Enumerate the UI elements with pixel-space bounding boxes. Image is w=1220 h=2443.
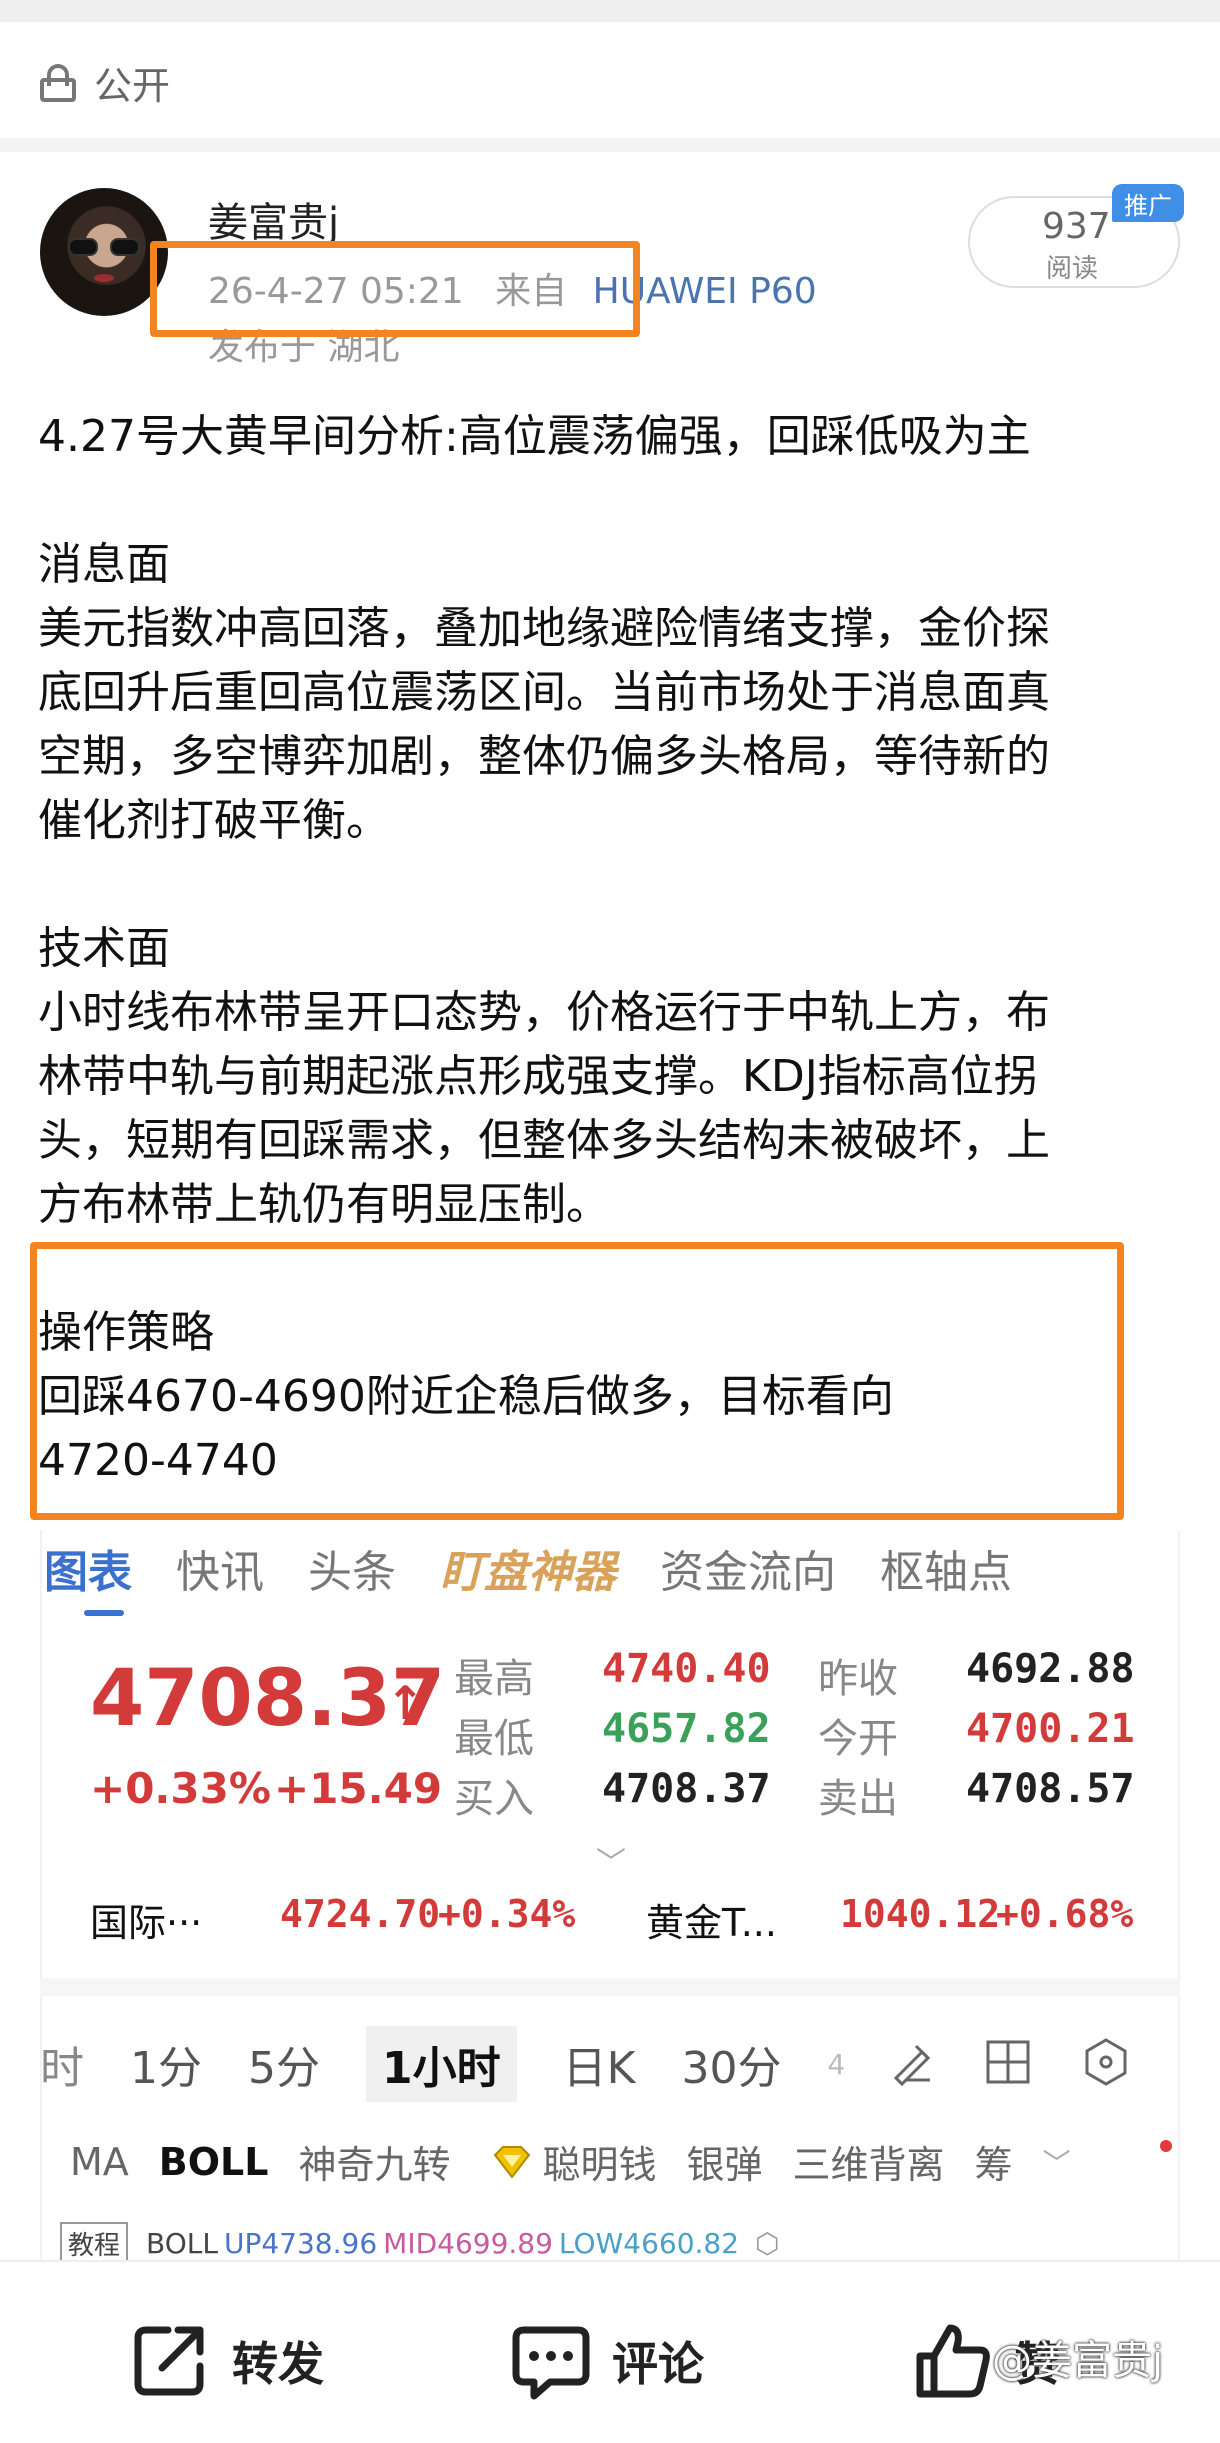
news-line: 美元指数冲高回落，叠加地缘避险情绪支撑，金价探 <box>38 603 1050 654</box>
privacy-indicator[interactable]: 公开 <box>38 52 170 112</box>
prev-close-value: 4692.88 <box>966 1646 1135 1692</box>
repost-label: 转发 <box>232 2337 324 2391</box>
comment-button[interactable]: 评论 <box>510 2320 704 2402</box>
card-divider <box>40 1978 1180 1996</box>
indicator-smart-money[interactable]: 聪明钱 <box>543 2134 657 2189</box>
boll-low: LOW4660.82 <box>558 2227 740 2260</box>
draw-tool-icon[interactable] <box>886 2036 938 2088</box>
period-tab[interactable]: 30分 <box>681 2032 781 2096</box>
period-tab[interactable]: 1分 <box>130 2032 202 2096</box>
indicator-chips[interactable]: 筹 <box>975 2134 1013 2189</box>
tech-line: 方布林带上轨仍有明显压制。 <box>38 1179 610 1230</box>
low-label: 最低 <box>454 1716 534 1762</box>
boll-mid: MID4699.89 <box>383 2227 553 2260</box>
repost-button[interactable]: 转发 <box>130 2320 324 2402</box>
related-name[interactable]: 黄金T... <box>646 1892 777 1947</box>
ask-value: 4708.57 <box>966 1766 1135 1812</box>
high-value: 4740.40 <box>602 1646 771 1692</box>
watermark: @姜富贵j <box>992 2338 1164 2384</box>
period-tab[interactable]: 日K <box>563 2032 636 2096</box>
related-name[interactable]: 国际··· <box>90 1892 202 1947</box>
tab-chart[interactable]: 图表 <box>44 1536 132 1616</box>
comment-icon <box>512 2326 590 2400</box>
read-count: 937 <box>1042 206 1111 247</box>
related-pct: +0.68% <box>996 1892 1134 1936</box>
news-line: 底回升后重回高位震荡区间。当前市场处于消息面真 <box>38 667 1050 718</box>
tech-heading: 技术面 <box>38 923 170 974</box>
news-heading: 消息面 <box>38 539 170 590</box>
related-pct: +0.34% <box>438 1892 576 1936</box>
ask-label: 卖出 <box>818 1776 898 1822</box>
highlight-box-strategy <box>30 1242 1124 1520</box>
settings-hexagon-icon[interactable] <box>1080 2036 1132 2088</box>
news-line: 空期，多空博弈加剧，整体仍偏多头格局，等待新的 <box>38 731 1050 782</box>
privacy-label: 公开 <box>94 63 171 108</box>
period-tab-selected[interactable]: 1小时 <box>366 2026 517 2102</box>
tech-line: 小时线布林带呈开口态势，价格运行于中轨上方，布 <box>38 987 1050 1038</box>
indicator-silver-bullet[interactable]: 银弹 <box>687 2134 763 2189</box>
tab-fund-flow[interactable]: 资金流向 <box>660 1536 836 1600</box>
tab-flash[interactable]: 快讯 <box>176 1536 264 1600</box>
comment-label: 评论 <box>612 2337 704 2391</box>
related-price: 4724.70 <box>280 1892 441 1936</box>
period-tab[interactable]: 4 <box>827 2048 845 2081</box>
section-divider <box>0 138 1220 152</box>
repost-icon <box>134 2326 204 2396</box>
lock-icon <box>38 62 78 102</box>
settings-hexagon-icon[interactable]: ⬡ <box>755 2227 779 2260</box>
layout-grid-icon[interactable] <box>982 2036 1034 2088</box>
chevron-down-icon[interactable]: ﹀ <box>1043 2142 1071 2182</box>
read-label: 阅读 <box>1046 254 1099 284</box>
bid-label: 买入 <box>454 1776 534 1822</box>
chevron-down-icon[interactable]: ﹀ <box>596 1838 626 1882</box>
vip-diamond-icon <box>493 2145 530 2179</box>
tutorial-tag[interactable]: 教程 <box>60 2222 129 2265</box>
period-tab[interactable]: 时 <box>40 2032 84 2096</box>
author-name[interactable]: 姜富贵j <box>208 190 339 248</box>
change-percent: +0.33% <box>90 1764 271 1813</box>
thumbs-up-icon <box>916 2324 990 2398</box>
tab-pivot[interactable]: 枢轴点 <box>880 1536 1012 1600</box>
related-price: 1040.12 <box>840 1892 1001 1936</box>
indicator-boll[interactable]: BOLL <box>159 2140 269 2184</box>
promo-badge[interactable]: 推广 <box>1112 184 1184 222</box>
top-strip <box>0 0 1220 22</box>
notification-dot <box>1160 2140 1172 2152</box>
open-value: 4700.21 <box>966 1706 1135 1752</box>
news-line: 催化剂打破平衡。 <box>38 795 390 846</box>
boll-up: UP4738.96 <box>223 2227 378 2260</box>
tech-line: 林带中轨与前期起涨点形成强支撑。KDJ指标高位拐 <box>38 1051 1038 1102</box>
high-label: 最高 <box>454 1656 534 1702</box>
indicator-ma[interactable]: MA <box>70 2140 129 2184</box>
highlight-box-time <box>150 241 640 337</box>
avatar[interactable] <box>40 188 168 316</box>
prev-close-label: 昨收 <box>818 1656 898 1702</box>
post-title: 4.27号大黄早间分析:高位震荡偏强，回踩低吸为主 <box>38 411 1031 462</box>
up-arrow-icon: ↑ <box>386 1676 425 1730</box>
indicator-divergence[interactable]: 三维背离 <box>793 2134 945 2189</box>
open-label: 今开 <box>818 1716 898 1762</box>
tab-headlines[interactable]: 头条 <box>308 1536 396 1600</box>
tab-monitor[interactable]: 盯盘神器 <box>440 1536 616 1600</box>
period-tab[interactable]: 5分 <box>248 2032 320 2096</box>
boll-readout: 教程 BOLL UP4738.96 MID4699.89 LOW4660.82 … <box>60 2222 786 2265</box>
boll-name: BOLL <box>146 2227 218 2260</box>
bid-value: 4708.37 <box>602 1766 771 1812</box>
indicator-bar: MA BOLL 神奇九转 聪明钱 银弹 三维背离 筹 ﹀ <box>70 2134 1101 2189</box>
indicator-nine[interactable]: 神奇九转 <box>298 2134 450 2189</box>
low-value: 4657.82 <box>602 1706 771 1752</box>
tech-line: 头，短期有回踩需求，但整体多头结构未被破坏，上 <box>38 1115 1050 1166</box>
quote-tabs: 图表 快讯 头条 盯盘神器 资金流向 枢轴点 <box>44 1536 1056 1616</box>
change-amount: +15.49 <box>274 1764 443 1813</box>
